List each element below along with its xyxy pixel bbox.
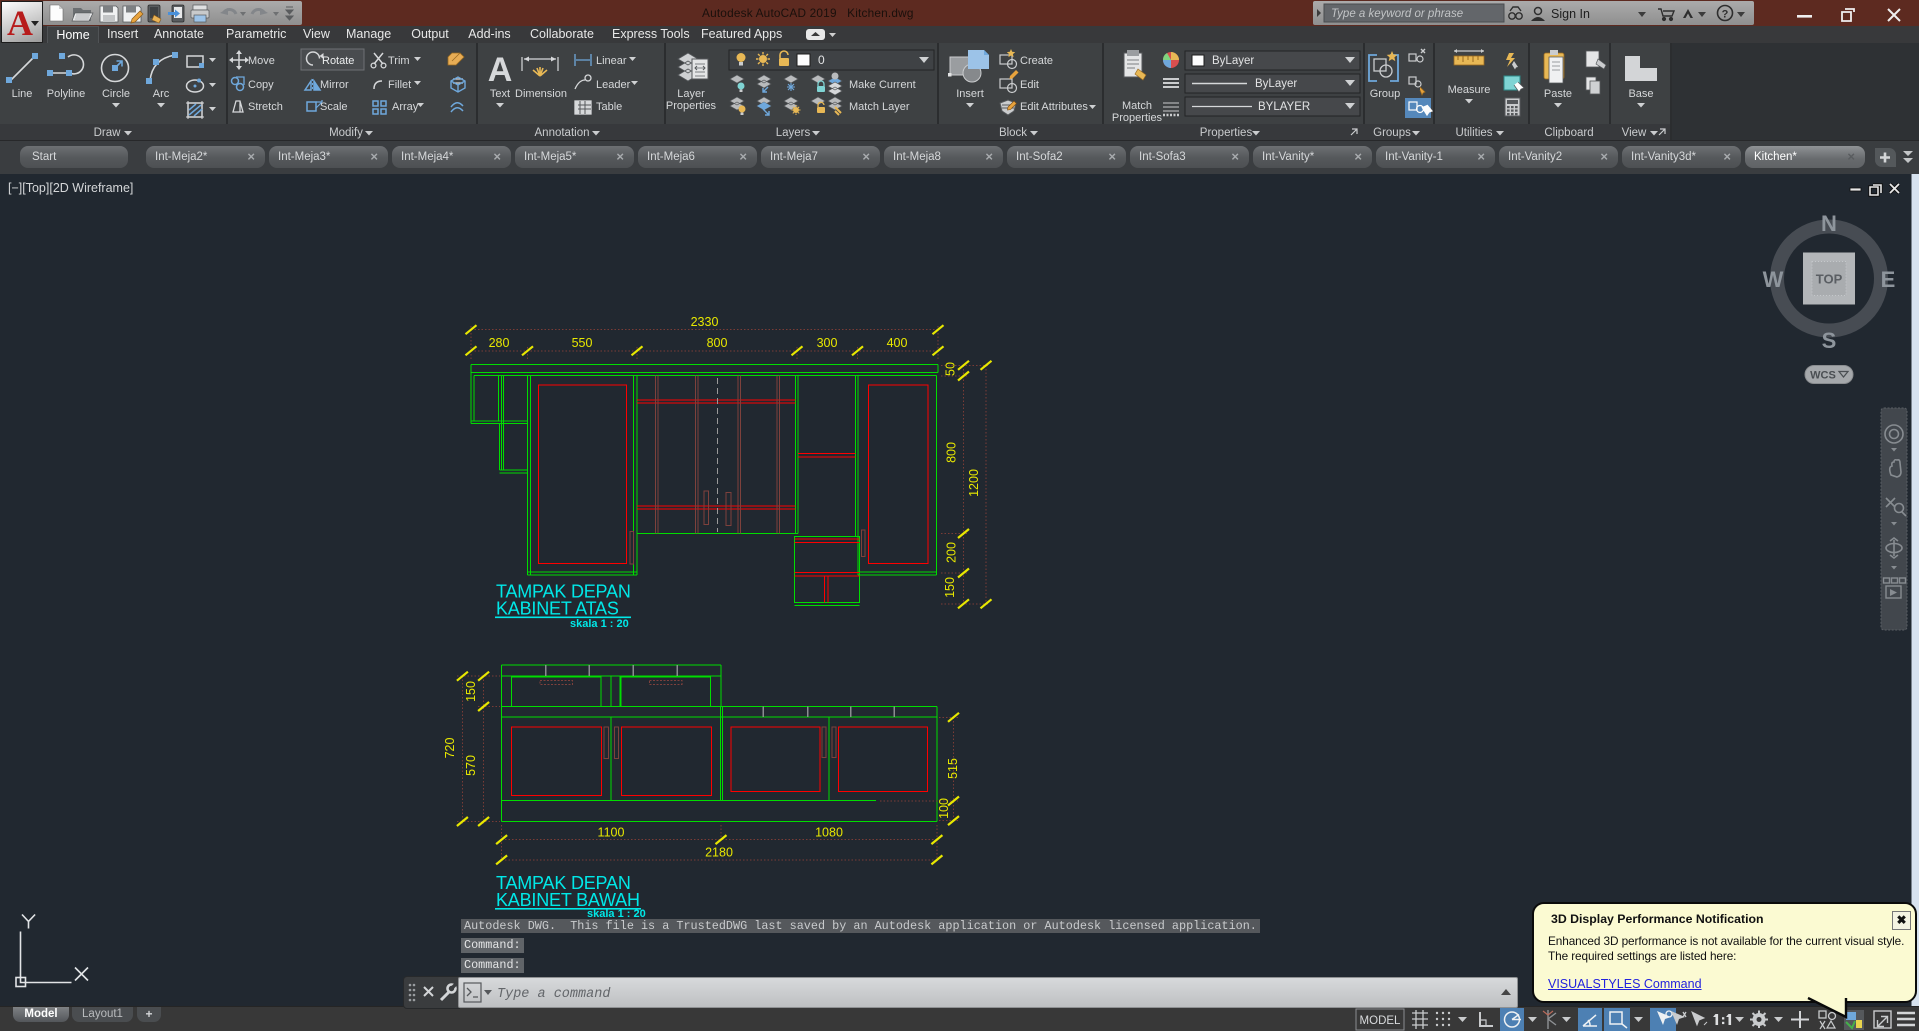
svg-text:0: 0: [818, 53, 825, 67]
svg-text:Modify: Modify: [329, 127, 363, 139]
svg-text:Insert: Insert: [956, 88, 984, 100]
svg-text:Circle: Circle: [102, 88, 130, 100]
svg-text:skala 1 : 20: skala 1 : 20: [570, 618, 629, 630]
svg-text:S: S: [1822, 328, 1837, 353]
svg-text:Properties: Properties: [1200, 127, 1253, 139]
svg-text:Match Layer: Match Layer: [849, 101, 910, 113]
svg-text:W: W: [1763, 267, 1784, 292]
svg-text:MODEL: MODEL: [1360, 1015, 1402, 1027]
svg-text:Polyline: Polyline: [47, 88, 86, 100]
svg-text:Match: Match: [1122, 100, 1152, 112]
svg-text:ByLayer: ByLayer: [1212, 55, 1254, 67]
svg-text:Block: Block: [999, 127, 1027, 139]
svg-text:550: 550: [572, 336, 593, 350]
svg-text:1200: 1200: [967, 469, 981, 497]
svg-text:300: 300: [817, 336, 838, 350]
svg-text:A: A: [488, 51, 513, 89]
svg-text:150: 150: [943, 577, 957, 598]
svg-text:200: 200: [945, 542, 959, 563]
svg-text:Scale: Scale: [320, 101, 348, 113]
svg-text:Clipboard: Clipboard: [1544, 127, 1593, 139]
svg-text:View: View: [1622, 127, 1647, 139]
svg-text:WCS: WCS: [1810, 370, 1836, 382]
svg-text:Fillet: Fillet: [388, 79, 411, 91]
svg-text:Array: Array: [392, 101, 419, 113]
svg-text:400: 400: [887, 336, 908, 350]
svg-text:Line: Line: [12, 88, 33, 100]
svg-text:Draw: Draw: [94, 127, 122, 139]
svg-text:E: E: [1881, 267, 1896, 292]
svg-text:ByLayer: ByLayer: [1255, 78, 1297, 90]
svg-text:Measure: Measure: [1448, 84, 1491, 96]
svg-text:Properties: Properties: [666, 100, 717, 112]
svg-text:?: ?: [1722, 9, 1729, 21]
svg-text:Mirror: Mirror: [320, 79, 349, 91]
svg-text:TOP: TOP: [1816, 272, 1843, 287]
svg-text:2330: 2330: [691, 315, 719, 329]
svg-text:Edit Attributes: Edit Attributes: [1020, 101, 1088, 113]
svg-text:2180: 2180: [705, 846, 733, 860]
svg-text:Trim: Trim: [388, 55, 410, 67]
svg-text:Properties: Properties: [1112, 112, 1163, 124]
svg-text:Layers: Layers: [776, 127, 811, 139]
svg-text:1100: 1100: [598, 826, 625, 840]
svg-text:515: 515: [946, 758, 960, 779]
svg-text:Edit: Edit: [1020, 79, 1039, 91]
svg-text:N: N: [1821, 211, 1837, 236]
svg-text:Base: Base: [1628, 88, 1653, 100]
svg-text:720: 720: [443, 738, 457, 759]
svg-text:Type a keyword or phrase: Type a keyword or phrase: [1331, 8, 1463, 20]
svg-text:Text: Text: [490, 88, 510, 100]
svg-text:Group: Group: [1370, 88, 1401, 100]
svg-text:Utilities: Utilities: [1455, 127, 1492, 139]
svg-text:280: 280: [489, 336, 510, 350]
svg-text:50: 50: [944, 362, 958, 376]
svg-text:Arc: Arc: [153, 88, 170, 100]
svg-text:A: A: [7, 3, 33, 42]
svg-text:150: 150: [464, 681, 478, 702]
svg-text:Rotate: Rotate: [322, 55, 354, 67]
svg-text:Stretch: Stretch: [248, 101, 283, 113]
svg-text:Groups: Groups: [1373, 127, 1411, 139]
svg-text:Leader: Leader: [596, 79, 631, 91]
svg-text:Linear: Linear: [596, 55, 627, 67]
svg-text:Move: Move: [248, 55, 275, 67]
svg-text:[−][Top][2D Wireframe]: [−][Top][2D Wireframe]: [8, 181, 133, 195]
svg-text:Layer: Layer: [677, 88, 705, 100]
svg-text:Make Current: Make Current: [849, 79, 916, 91]
svg-text:Create: Create: [1020, 55, 1053, 67]
svg-text:100: 100: [937, 798, 951, 819]
svg-text:Copy: Copy: [248, 79, 274, 91]
svg-text:Paste: Paste: [1544, 88, 1572, 100]
svg-text:BYLAYER: BYLAYER: [1258, 101, 1310, 113]
svg-text:Sign In: Sign In: [1551, 7, 1590, 21]
svg-text:KABINET ATAS: KABINET ATAS: [496, 599, 619, 619]
svg-text:Dimension: Dimension: [515, 88, 567, 100]
svg-text:Annotation: Annotation: [535, 127, 590, 139]
svg-text:KABINET BAWAH: KABINET BAWAH: [496, 890, 640, 910]
svg-text:800: 800: [707, 336, 728, 350]
svg-text:Table: Table: [596, 101, 622, 113]
svg-text:1080: 1080: [815, 826, 843, 840]
svg-text:Type a command: Type a command: [497, 987, 611, 1002]
svg-text:570: 570: [464, 755, 478, 776]
svg-text:800: 800: [945, 442, 959, 463]
